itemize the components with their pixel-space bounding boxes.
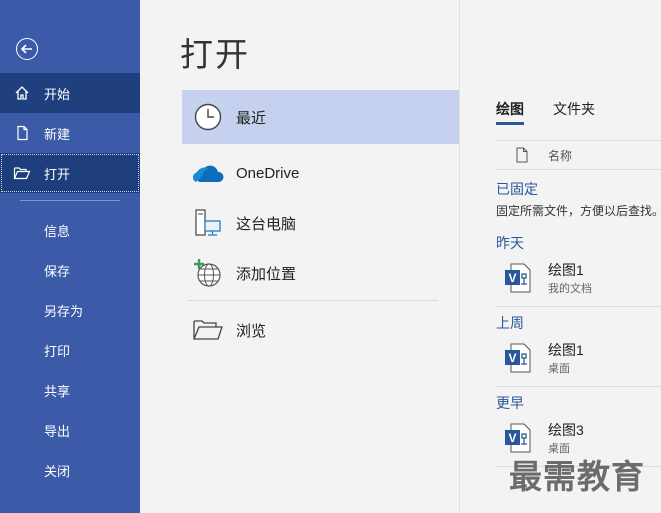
location-label: 最近 <box>236 109 267 127</box>
name-header-label: 名称 <box>548 148 573 163</box>
nav-item-home[interactable]: 开始 <box>0 73 140 113</box>
computer-icon <box>182 208 234 238</box>
onedrive-cloud-icon <box>182 162 234 184</box>
section-pinned: 已固定 <box>496 181 538 197</box>
row-divider <box>496 386 661 387</box>
row-divider <box>496 306 661 307</box>
nav-item-open[interactable]: 打开 <box>0 153 140 193</box>
svg-text:V: V <box>508 431 516 445</box>
recent-file-row[interactable]: V 绘图1 我的文档 <box>496 250 661 306</box>
file-path: 我的文档 <box>548 283 592 295</box>
back-button[interactable] <box>16 38 38 60</box>
location-label: 添加位置 <box>236 265 297 283</box>
nav-item-save-as[interactable]: 另存为 <box>44 301 83 320</box>
visio-file-icon: V <box>504 262 532 299</box>
location-onedrive[interactable]: OneDrive <box>182 146 459 200</box>
file-name: 绘图1 <box>548 342 584 358</box>
recent-files-panel: 绘图 文件夹 名称 已固定 固定所需文件，方便以后查找。 昨天 V 绘图1 我的… <box>459 0 661 513</box>
nav-item-share[interactable]: 共享 <box>44 381 70 400</box>
folder-icon <box>182 318 234 342</box>
visio-file-icon: V <box>504 342 532 379</box>
location-label: OneDrive <box>236 164 300 182</box>
nav-item-export[interactable]: 导出 <box>44 421 70 440</box>
pinned-hint: 固定所需文件，方便以后查找。 <box>496 204 661 218</box>
file-icon <box>496 147 548 163</box>
file-path: 桌面 <box>548 363 570 375</box>
svg-text:V: V <box>508 271 516 285</box>
watermark-text: 最需教育 <box>509 458 645 495</box>
tab-drawings[interactable]: 绘图 <box>496 99 524 125</box>
home-icon <box>0 85 44 101</box>
location-divider <box>188 300 438 301</box>
nav-item-print[interactable]: 打印 <box>44 341 70 360</box>
sidebar-divider <box>20 200 120 201</box>
nav-item-info[interactable]: 信息 <box>44 221 70 240</box>
add-globe-icon <box>182 258 234 288</box>
location-label: 浏览 <box>236 322 267 340</box>
backstage-sidebar: 开始 新建 打开 信息 保存 另存为 打印 共享 导出 关闭 <box>0 0 140 513</box>
nav-item-label: 新建 <box>44 126 71 142</box>
nav-item-label: 开始 <box>44 86 71 102</box>
location-browse[interactable]: 浏览 <box>182 303 459 357</box>
location-label: 这台电脑 <box>236 215 297 233</box>
nav-item-close[interactable]: 关闭 <box>44 461 70 480</box>
location-add-place[interactable]: 添加位置 <box>182 246 459 300</box>
tab-folders[interactable]: 文件夹 <box>553 99 595 119</box>
open-folder-icon <box>0 165 44 181</box>
name-column-header[interactable]: 名称 <box>496 140 661 170</box>
recent-file-row[interactable]: V 绘图1 桌面 <box>496 330 661 386</box>
nav-item-save[interactable]: 保存 <box>44 261 70 280</box>
page-title: 打开 <box>180 36 250 73</box>
file-name: 绘图1 <box>548 262 584 278</box>
file-name: 绘图3 <box>548 422 584 438</box>
clock-icon <box>182 102 234 132</box>
nav-item-label: 打开 <box>44 166 71 182</box>
location-this-pc[interactable]: 这台电脑 <box>182 196 459 250</box>
svg-text:V: V <box>508 351 516 365</box>
back-arrow-icon <box>20 44 32 54</box>
location-recent[interactable]: 最近 <box>182 90 459 144</box>
new-document-icon <box>0 125 44 141</box>
nav-item-new[interactable]: 新建 <box>0 113 140 153</box>
